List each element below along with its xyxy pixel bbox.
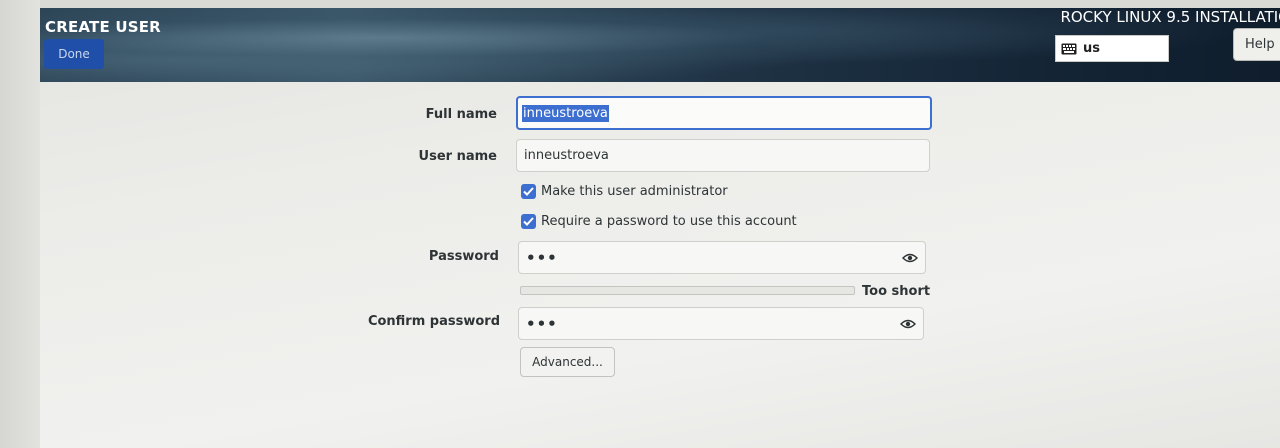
admin-checkbox-row[interactable]: Make this user administrator: [521, 184, 728, 199]
eye-icon[interactable]: [900, 319, 916, 329]
keyboard-layout-label: us: [1083, 41, 1100, 56]
installer-title: ROCKY LINUX 9.5 INSTALLATIO: [1060, 8, 1280, 26]
full-name-value: inneustroeva: [522, 104, 609, 122]
eye-icon[interactable]: [902, 253, 918, 263]
full-name-label: Full name: [425, 107, 497, 122]
user-name-input[interactable]: inneustroeva: [516, 139, 930, 172]
confirm-password-input[interactable]: •••: [518, 307, 924, 340]
screen-bezel-left: [0, 0, 40, 448]
full-name-input[interactable]: inneustroeva: [516, 96, 932, 130]
user-name-label: User name: [418, 149, 497, 164]
header-banner: CREATE USER Done ROCKY LINUX 9.5 INSTALL…: [40, 8, 1280, 82]
require-password-checkbox[interactable]: [521, 214, 536, 229]
admin-checkbox[interactable]: [521, 184, 536, 199]
user-name-value: inneustroeva: [524, 148, 609, 163]
password-strength-bar: [520, 286, 855, 295]
require-password-checkbox-row[interactable]: Require a password to use this account: [521, 214, 797, 229]
done-button[interactable]: Done: [44, 39, 104, 69]
require-password-checkbox-label: Require a password to use this account: [541, 214, 797, 229]
checkmark-icon: [523, 217, 534, 226]
admin-checkbox-label: Make this user administrator: [541, 184, 728, 199]
screen-bezel-top: [0, 0, 1280, 8]
checkmark-icon: [523, 187, 534, 196]
password-input[interactable]: •••: [518, 241, 926, 274]
advanced-button[interactable]: Advanced...: [520, 347, 615, 377]
confirm-password-value: •••: [526, 314, 558, 333]
confirm-password-label: Confirm password: [367, 314, 500, 329]
keyboard-layout-indicator[interactable]: us: [1055, 35, 1169, 62]
password-value: •••: [526, 248, 558, 267]
page-title: CREATE USER: [45, 18, 161, 36]
password-strength-label: Too short: [862, 284, 931, 299]
password-label: Password: [428, 249, 499, 264]
keyboard-icon: [1061, 43, 1077, 55]
help-button[interactable]: Help: [1233, 28, 1280, 61]
